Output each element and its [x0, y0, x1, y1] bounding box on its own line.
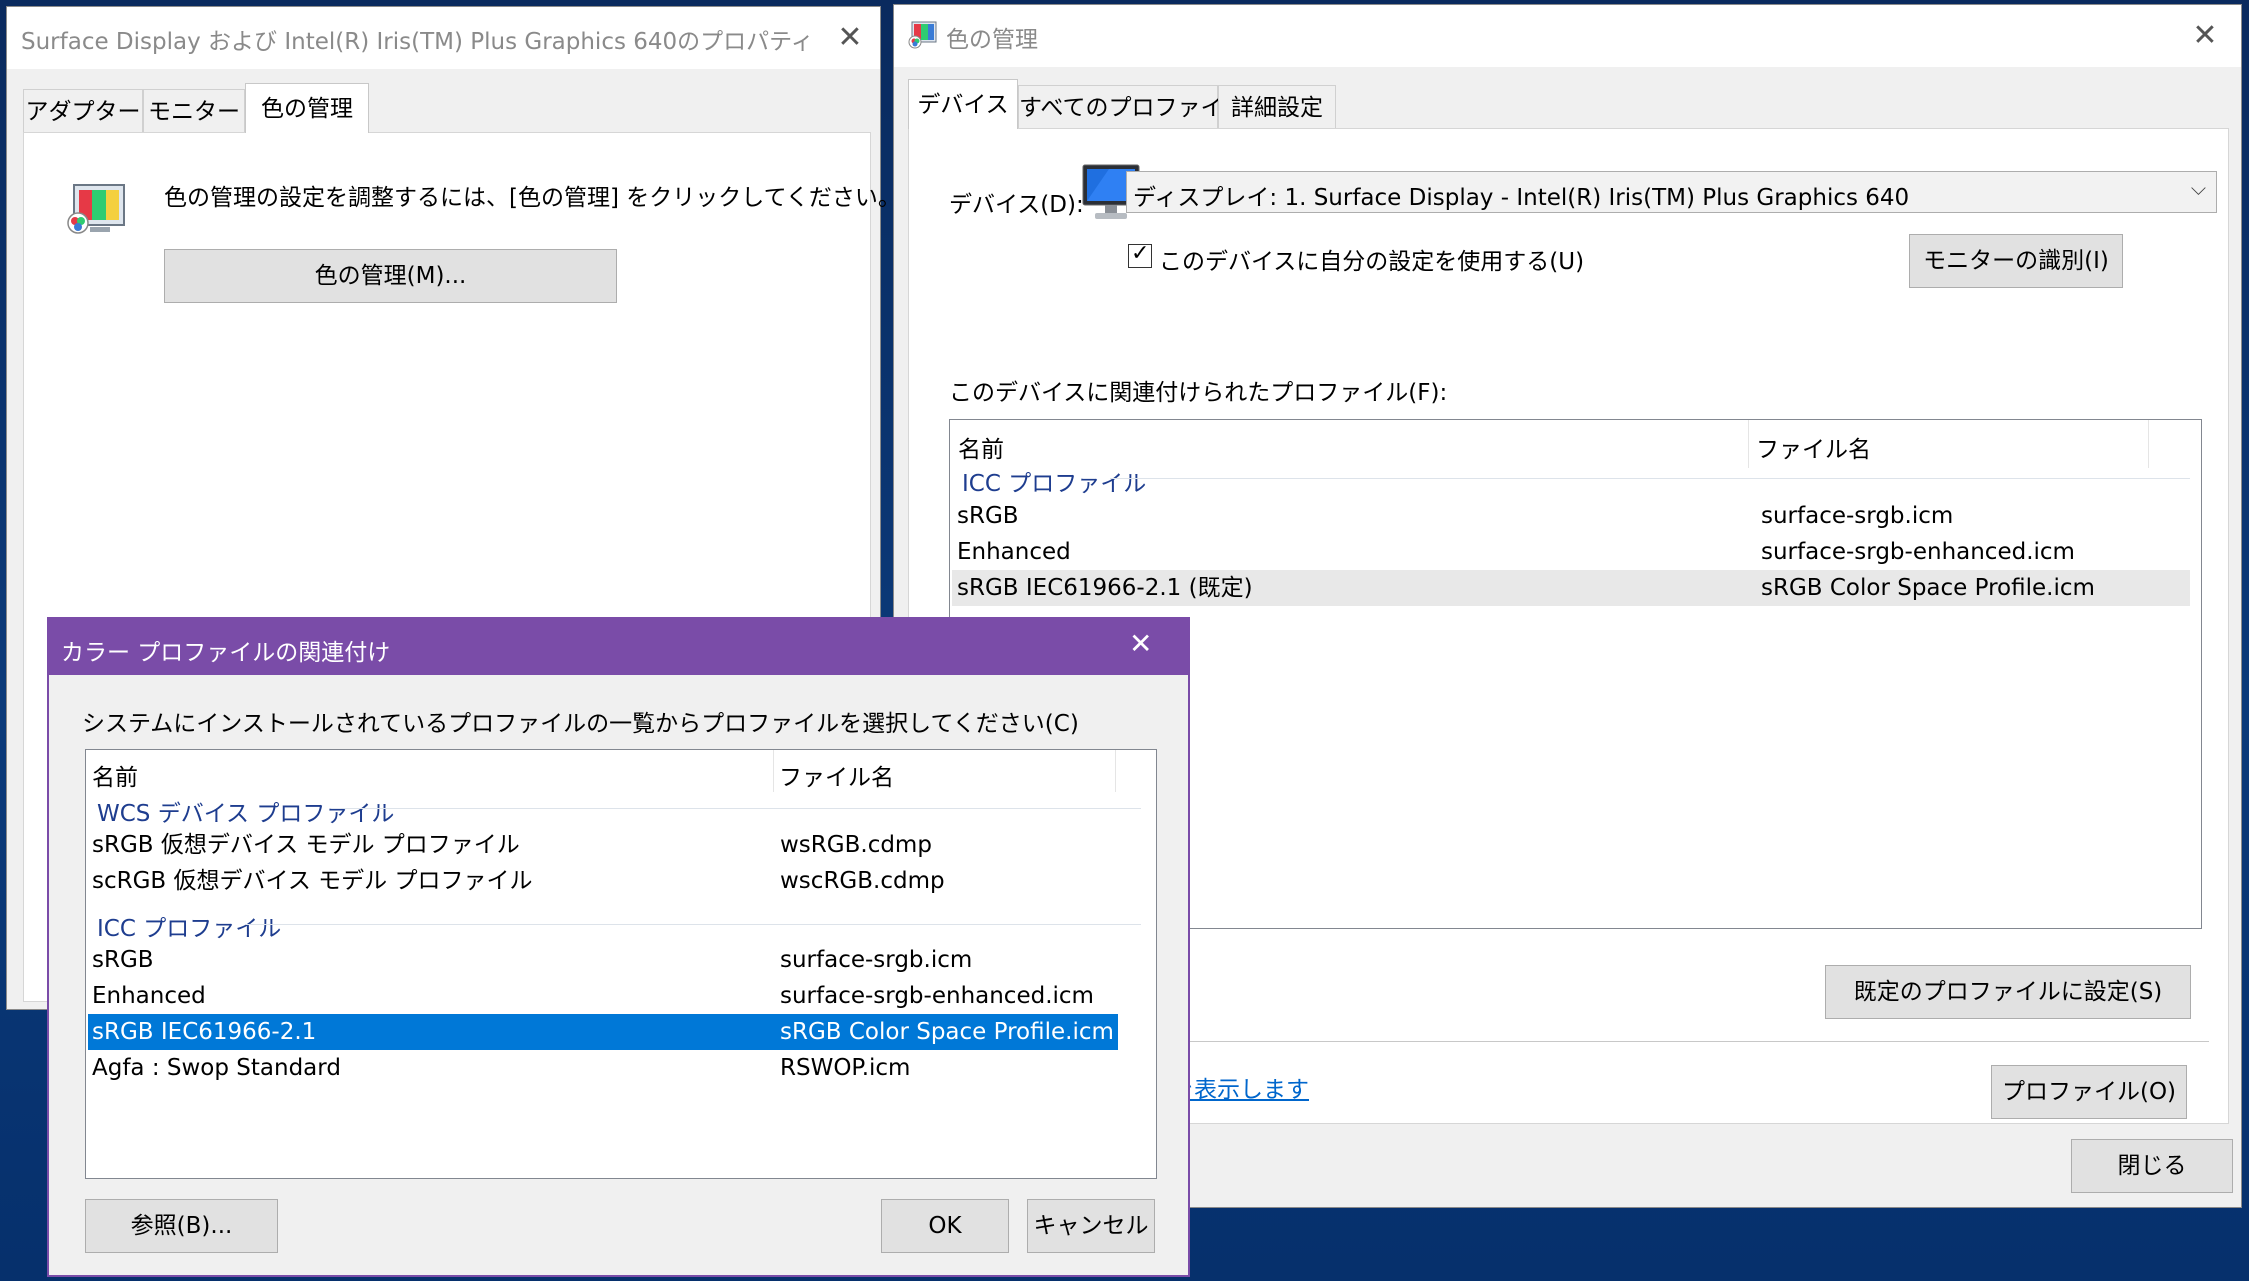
list-item[interactable]: Enhanced surface-srgb-enhanced.icm [952, 534, 2190, 570]
tab-advanced[interactable]: 詳細設定 [1218, 85, 1336, 129]
color-management-icon [64, 181, 128, 245]
profile-file: sRGB Color Space Profile.icm [1761, 575, 2095, 601]
profile-name: Enhanced [957, 539, 1071, 565]
column-header-name[interactable]: 名前 [958, 430, 1004, 464]
column-divider [1115, 750, 1116, 792]
profiles-label: このデバイスに関連付けられたプロファイル(F): [949, 380, 1448, 406]
profile-name: sRGB [957, 503, 1019, 529]
profiles-button[interactable]: プロファイル(O) [1991, 1065, 2187, 1119]
list-item[interactable]: sRGB surface-srgb.icm [88, 942, 1118, 978]
profile-file: surface-srgb-enhanced.icm [780, 983, 1094, 1009]
profile-name: sRGB 仮想デバイス モデル プロファイル [92, 832, 520, 858]
color-management-button[interactable]: 色の管理(M)... [164, 249, 617, 303]
use-settings-checkbox[interactable]: ✓ [1128, 241, 1152, 268]
dialog-title: カラー プロファイルの関連付け [61, 640, 391, 666]
info-link[interactable]: を表示します [1171, 1070, 1309, 1104]
tab-adapter[interactable]: アダプター [23, 89, 143, 133]
dialog-title-bar[interactable]: カラー プロファイルの関連付け ✕ [49, 619, 1188, 675]
device-select[interactable]: ディスプレイ: 1. Surface Display - Intel(R) Ir… [1126, 171, 2217, 213]
profile-name: scRGB 仮想デバイス モデル プロファイル [92, 868, 533, 894]
close-icon[interactable]: ✕ [825, 13, 875, 63]
browse-button[interactable]: 参照(B)... [85, 1199, 278, 1253]
tab-monitor[interactable]: モニター [143, 89, 245, 133]
color-management-icon [908, 20, 938, 54]
profile-file: surface-srgb.icm [780, 947, 973, 973]
window-title: Surface Display および Intel(R) Iris(TM) Pl… [21, 29, 814, 55]
profile-name: sRGB IEC61966-2.1 (既定) [957, 575, 1253, 601]
group-divider [341, 808, 1141, 809]
separator [1149, 1041, 2209, 1042]
title-bar[interactable]: Surface Display および Intel(R) Iris(TM) Pl… [7, 7, 880, 69]
column-header-file[interactable]: ファイル名 [1756, 430, 1871, 464]
profile-file: wscRGB.cdmp [780, 868, 945, 894]
group-divider [246, 924, 1141, 925]
close-button[interactable]: 閉じる [2071, 1139, 2233, 1193]
tab-all-profiles[interactable]: すべてのプロファイル [1018, 85, 1246, 129]
desktop: { "props_window": { "title": "Surface Di… [0, 0, 2249, 1281]
close-icon[interactable]: ✕ [2180, 11, 2230, 61]
profile-file: sRGB Color Space Profile.icm [780, 1019, 1114, 1045]
list-item[interactable]: sRGB 仮想デバイス モデル プロファイル wsRGB.cdmp [88, 827, 1118, 863]
column-divider [773, 750, 774, 792]
column-divider [2148, 420, 2149, 468]
device-select-value: ディスプレイ: 1. Surface Display - Intel(R) Ir… [1133, 185, 1910, 211]
list-item[interactable]: sRGB IEC61966-2.1 (既定) sRGB Color Space … [952, 570, 2190, 606]
list-item[interactable]: Agfa : Swop Standard RSWOP.icm [88, 1050, 1118, 1086]
profile-name: sRGB [92, 947, 154, 973]
group-header-icc: ICC プロファイル [97, 916, 282, 942]
column-header-file[interactable]: ファイル名 [779, 758, 894, 792]
profile-name: Agfa : Swop Standard [92, 1055, 341, 1081]
list-item-selected[interactable]: sRGB IEC61966-2.1 sRGB Color Space Profi… [88, 1014, 1118, 1050]
list-item[interactable]: sRGB surface-srgb.icm [952, 498, 2190, 534]
tab-devices[interactable]: デバイス [908, 79, 1018, 129]
group-divider [1110, 478, 2190, 479]
profile-file: surface-srgb.icm [1761, 503, 1954, 529]
title-bar[interactable]: 色の管理 ✕ [894, 5, 2241, 67]
profile-association-dialog: カラー プロファイルの関連付け ✕ システムにインストールされているプロファイル… [47, 617, 1190, 1277]
use-settings-label: このデバイスに自分の設定を使用する(U) [1159, 249, 1585, 275]
cancel-button[interactable]: キャンセル [1027, 1199, 1155, 1253]
list-item[interactable]: Enhanced surface-srgb-enhanced.icm [88, 978, 1118, 1014]
chevron-down-icon: ⌵ [2190, 176, 2206, 200]
window-title: 色の管理 [946, 27, 1038, 53]
device-label: デバイス(D): [949, 192, 1084, 218]
profile-name: sRGB IEC61966-2.1 [92, 1019, 317, 1045]
list-item[interactable]: scRGB 仮想デバイス モデル プロファイル wscRGB.cdmp [88, 863, 1118, 899]
profile-name: Enhanced [92, 983, 206, 1009]
group-header-wcs: WCS デバイス プロファイル [97, 801, 395, 827]
identify-monitors-button[interactable]: モニターの識別(I) [1909, 234, 2123, 288]
checkmark-icon: ✓ [1131, 241, 1150, 266]
profile-file: RSWOP.icm [780, 1055, 911, 1081]
column-header-name[interactable]: 名前 [92, 758, 138, 792]
available-profiles-list[interactable]: 名前 ファイル名 WCS デバイス プロファイル sRGB 仮想デバイス モデル… [85, 749, 1157, 1179]
tab-color-management[interactable]: 色の管理 [245, 83, 369, 133]
ok-button[interactable]: OK [881, 1199, 1009, 1253]
column-divider [1748, 420, 1749, 468]
dialog-instruction: システムにインストールされているプロファイルの一覧からプロファイルを選択してくだ… [82, 711, 1079, 737]
group-header-icc: ICC プロファイル [962, 471, 1147, 497]
profile-file: surface-srgb-enhanced.icm [1761, 539, 2075, 565]
set-default-button[interactable]: 既定のプロファイルに設定(S) [1825, 965, 2191, 1019]
instruction-text: 色の管理の設定を調整するには、[色の管理] をクリックしてください。 [164, 185, 901, 211]
close-icon[interactable]: ✕ [1129, 627, 1152, 660]
profile-file: wsRGB.cdmp [780, 832, 932, 858]
